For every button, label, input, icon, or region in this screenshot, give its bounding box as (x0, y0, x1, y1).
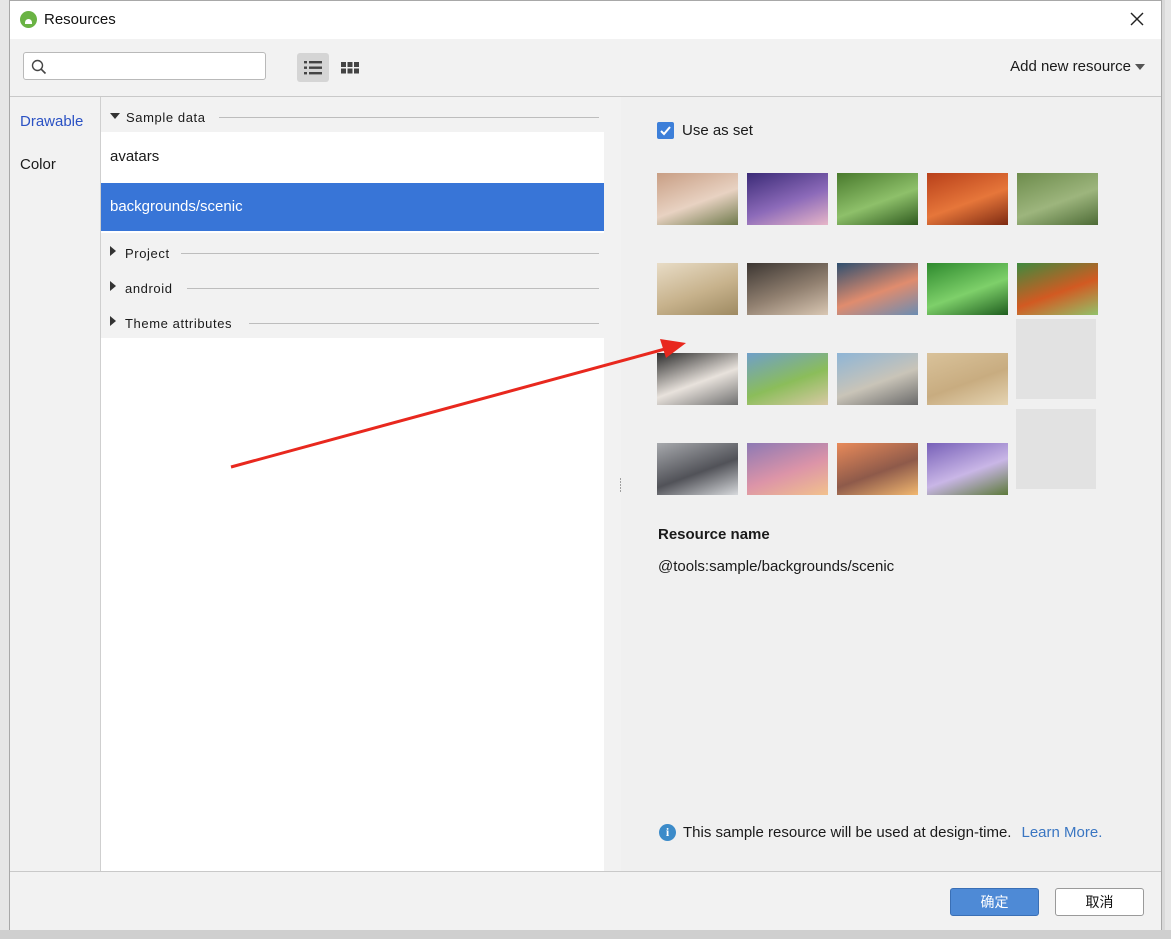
thumb-red-leaf[interactable] (1017, 263, 1098, 315)
resource-type-sidebar: Drawable Color (10, 97, 101, 871)
group-divider (219, 117, 599, 118)
toolbar: Add new resource (10, 39, 1161, 97)
add-new-resource-label: Add new resource (1010, 58, 1131, 75)
group-header-project[interactable]: Project (101, 233, 604, 268)
resource-name-value: @tools:sample/backgrounds/scenic (658, 558, 895, 575)
thumb-city-view[interactable] (837, 353, 918, 405)
checkbox-checked-icon (657, 122, 674, 139)
android-studio-icon (20, 11, 37, 28)
group-header-sample-data[interactable]: Sample data (101, 97, 604, 132)
resource-detail-panel: Use as set Resource name @tools:sample/b… (621, 97, 1161, 871)
list-view-button[interactable] (297, 53, 329, 82)
window-title: Resources (44, 11, 116, 28)
group-label: Project (125, 246, 176, 261)
dialog-body: Drawable Color Sample data avatars backg… (10, 97, 1161, 871)
close-icon (1130, 12, 1144, 26)
thumb-empty-1[interactable] (1016, 319, 1096, 399)
collapsed-triangle-icon (110, 281, 116, 291)
chevron-down-icon (1135, 63, 1145, 70)
dialog-footer: 确定 取消 (10, 871, 1161, 930)
thumb-sunset-lake[interactable] (837, 263, 918, 315)
group-header-theme-attributes[interactable]: Theme attributes (101, 303, 604, 338)
thumb-motorcycle[interactable] (657, 443, 738, 495)
group-header-android[interactable]: android (101, 268, 604, 303)
title-bar: Resources (10, 1, 1161, 39)
grid-view-button[interactable] (334, 53, 366, 82)
list-item-avatars[interactable]: avatars (101, 132, 604, 182)
info-text: This sample resource will be used at des… (683, 824, 1012, 841)
learn-more-link[interactable]: Learn More. (1021, 824, 1102, 841)
collapsed-triangle-icon (110, 246, 116, 256)
list-view-icon (304, 60, 322, 74)
info-icon: i (659, 824, 676, 841)
thumb-blurred-wood[interactable] (657, 173, 738, 225)
grid-view-icon (341, 61, 359, 73)
thumb-pink-clouds[interactable] (747, 443, 828, 495)
group-label: Sample data (126, 110, 212, 125)
thumb-green-flower[interactable] (837, 173, 918, 225)
background-ide-right (1165, 0, 1171, 939)
thumb-field-figure[interactable] (1017, 173, 1098, 225)
thumb-green-coast[interactable] (747, 353, 828, 405)
collapsed-triangle-icon (110, 316, 116, 326)
thumb-jellyfish[interactable] (657, 353, 738, 405)
sidebar-item-color[interactable]: Color (20, 156, 56, 173)
group-divider (249, 323, 599, 324)
thumb-purple-flowers[interactable] (927, 443, 1008, 495)
group-divider (181, 253, 599, 254)
thumb-rocky-coast[interactable] (747, 263, 828, 315)
group-label: android (125, 281, 179, 296)
cancel-button[interactable]: 取消 (1055, 888, 1144, 916)
info-message: i This sample resource will be used at d… (659, 824, 1102, 841)
sidebar-item-drawable[interactable]: Drawable (20, 113, 83, 130)
thumb-autumn-leaves[interactable] (927, 173, 1008, 225)
search-icon (31, 59, 47, 75)
thumb-empty-2[interactable] (1016, 409, 1096, 489)
list-item-backgrounds-scenic[interactable]: backgrounds/scenic (101, 183, 604, 231)
thumb-green-grass[interactable] (927, 263, 1008, 315)
group-divider (187, 288, 599, 289)
resource-list: Sample data avatars backgrounds/scenic P… (101, 97, 604, 871)
search-box (23, 52, 266, 80)
group-label: Theme attributes (125, 316, 239, 331)
thumb-hiker-silhouette[interactable] (747, 173, 828, 225)
thumb-sand-texture[interactable] (927, 353, 1008, 405)
ok-button[interactable]: 确定 (950, 888, 1039, 916)
expanded-triangle-icon (110, 113, 120, 119)
use-as-set-checkbox[interactable]: Use as set (657, 122, 753, 139)
add-new-resource-dropdown[interactable]: Add new resource (1010, 58, 1145, 75)
background-ide-bottom (0, 930, 1171, 939)
thumb-hazy-hills[interactable] (657, 263, 738, 315)
thumb-desert-sunset[interactable] (837, 443, 918, 495)
use-as-set-label: Use as set (682, 122, 753, 139)
resources-dialog: Resources Add new resource Drawable Colo… (9, 0, 1162, 930)
resource-name-label: Resource name (658, 526, 770, 543)
close-button[interactable] (1127, 9, 1147, 29)
search-input[interactable] (52, 55, 261, 79)
